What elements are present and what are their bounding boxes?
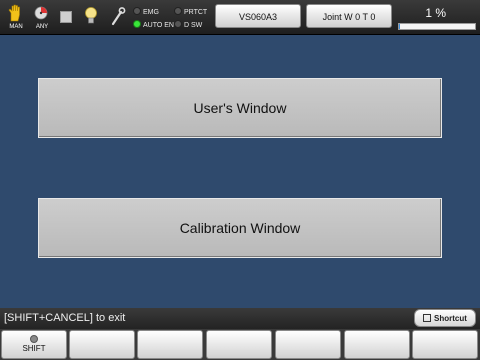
joint-mode-button[interactable]: Joint W 0 T 0 — [306, 4, 392, 28]
function-key-bar: SHIFT — [0, 329, 480, 360]
f1-label: SHIFT — [22, 344, 46, 353]
status-message: [SHIFT+CANCEL] to exit — [4, 312, 126, 324]
f2-key[interactable] — [69, 330, 135, 359]
shortcut-label: Shortcut — [434, 313, 467, 323]
f5-key[interactable] — [275, 330, 341, 359]
speed-bar-fill — [399, 24, 400, 29]
calibration-window-label: Calibration Window — [179, 220, 301, 236]
top-status-bar: MAN ANY EMG AUTO EN PRTCT D SW VS060A3 J… — [0, 0, 480, 35]
status-line: [SHIFT+CANCEL] to exit Shortcut — [0, 308, 480, 329]
lamp-prtct: PRTCT — [174, 7, 207, 17]
manual-mode-label: MAN — [9, 24, 23, 30]
lamp-emg-label: EMG — [143, 9, 159, 16]
any-mode-label: ANY — [35, 24, 49, 30]
robot-model-button[interactable]: VS060A3 — [215, 4, 301, 28]
lamp-auto-en-indicator — [133, 20, 141, 28]
calibration-window-button[interactable]: Calibration Window — [38, 198, 442, 258]
lightbulb-icon[interactable] — [84, 6, 98, 31]
shift-led-icon — [30, 335, 38, 343]
shortcut-icon — [423, 314, 432, 322]
lamp-d-sw: D SW — [174, 20, 202, 30]
shortcut-button[interactable]: Shortcut — [414, 309, 476, 327]
speed-percent: 1 % — [425, 6, 446, 20]
stop-icon[interactable] — [60, 11, 72, 23]
lamp-auto-en-label: AUTO EN — [143, 22, 174, 29]
lamp-prtct-indicator — [174, 7, 182, 15]
any-mode-icon[interactable]: ANY — [30, 3, 54, 31]
f4-key[interactable] — [206, 330, 272, 359]
f3-key[interactable] — [137, 330, 203, 359]
f1-shift-key[interactable]: SHIFT — [1, 330, 67, 359]
f6-key[interactable] — [344, 330, 410, 359]
lamp-emg-indicator — [133, 7, 141, 15]
speed-bar — [398, 23, 476, 30]
lamp-d-sw-label: D SW — [184, 22, 203, 29]
wrench-icon[interactable] — [110, 6, 126, 31]
main-panel: User's Window Calibration Window — [0, 35, 480, 307]
f7-key[interactable] — [412, 330, 478, 359]
lamp-emg: EMG — [133, 7, 159, 17]
lamp-d-sw-indicator — [174, 20, 182, 28]
speed-indicator[interactable]: 1 % — [398, 2, 476, 32]
manual-mode-icon[interactable]: MAN — [4, 3, 28, 31]
users-window-label: User's Window — [193, 100, 287, 116]
lamp-prtct-label: PRTCT — [184, 9, 208, 16]
lamp-auto-en: AUTO EN — [133, 20, 174, 30]
users-window-button[interactable]: User's Window — [38, 78, 442, 138]
